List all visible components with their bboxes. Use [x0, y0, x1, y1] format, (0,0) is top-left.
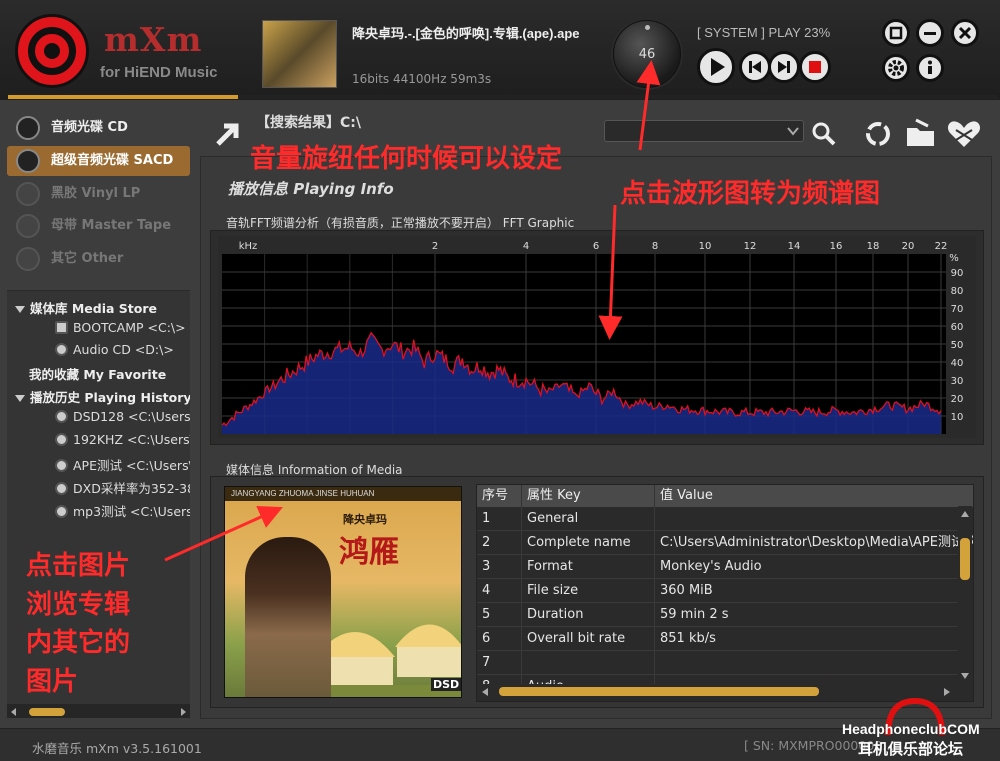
app-window: mXm for HiEND Music 降央卓玛.-.[金色的呼唤].专辑.(a… — [0, 0, 1000, 761]
annotation-arrows — [164, 60, 661, 562]
